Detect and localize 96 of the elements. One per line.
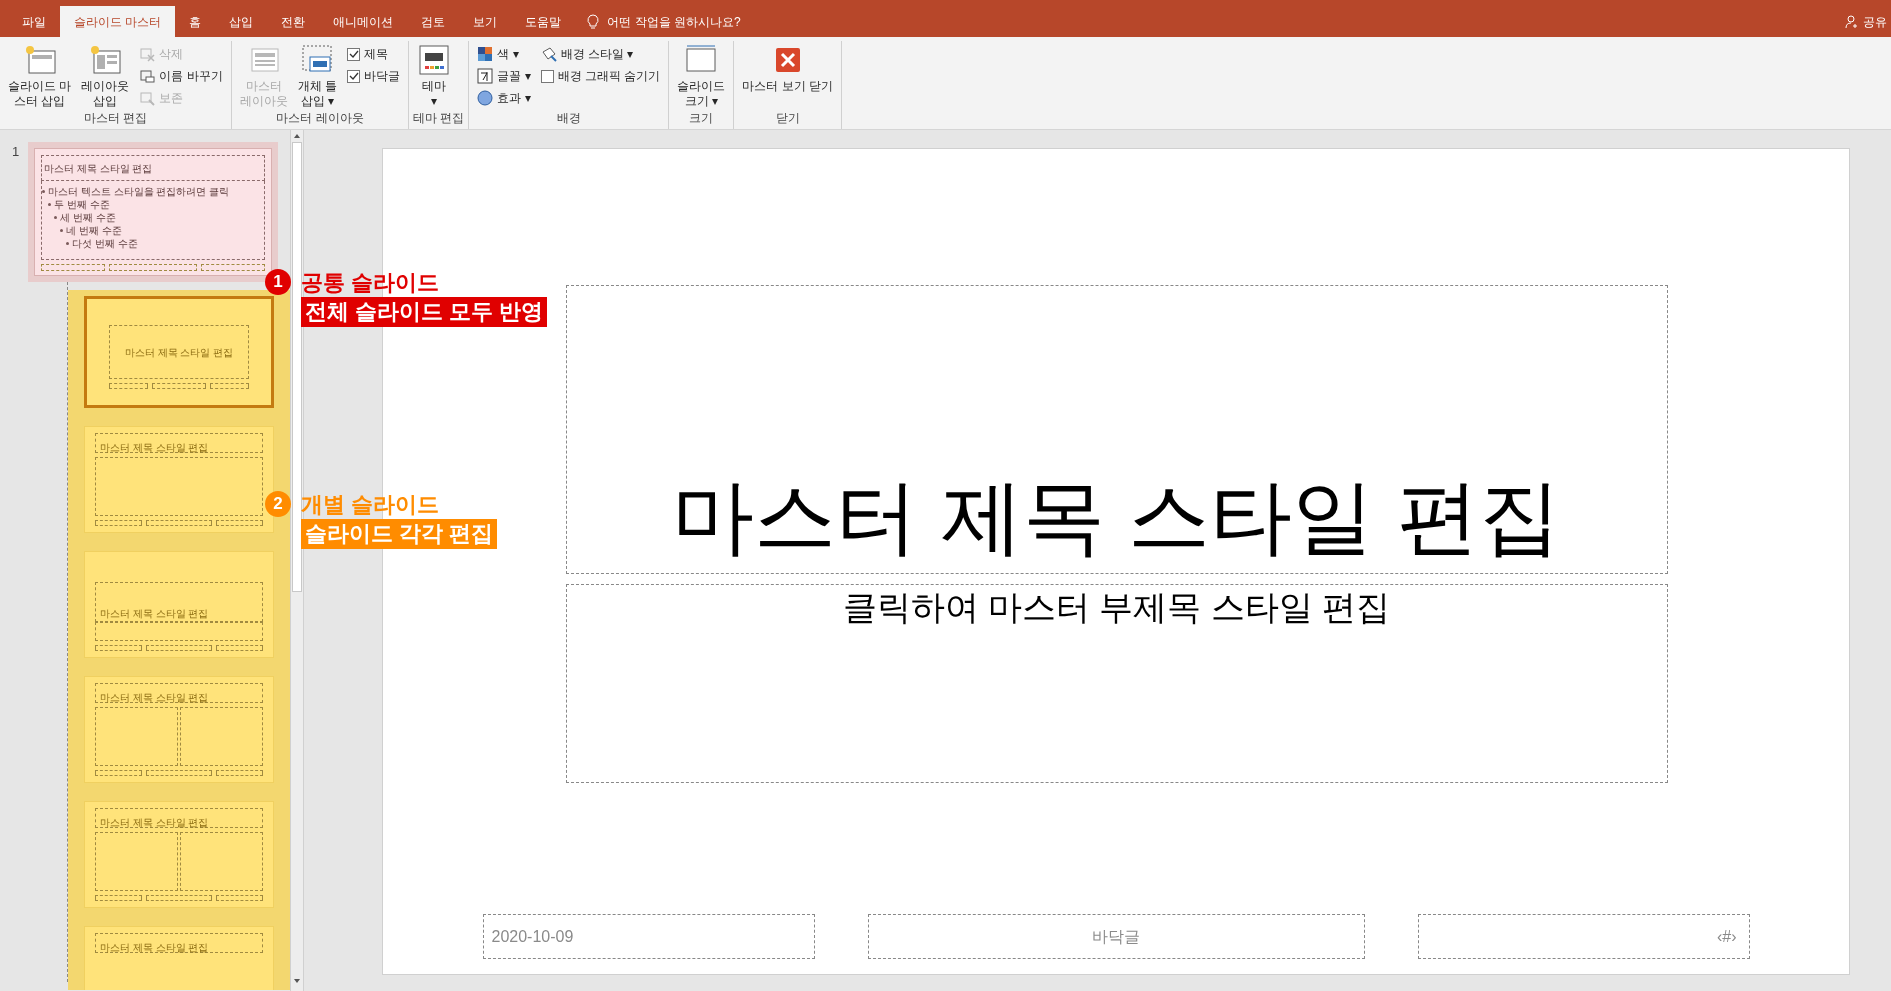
check-icon <box>348 71 359 81</box>
callout-heading: 공통 슬라이드 <box>301 269 440 297</box>
layout-icon <box>88 43 123 77</box>
title-placeholder[interactable]: 마스터 제목 스타일 편집 <box>565 285 1668 574</box>
placeholder-outline <box>109 383 149 389</box>
thumbnail-title: 마스터 제목 스타일 편집 <box>100 817 209 828</box>
placeholder-outline <box>95 770 143 776</box>
footer-placeholder[interactable]: 바닥글 <box>867 914 1365 959</box>
checkbox[interactable] <box>347 47 361 61</box>
ribbon-tab[interactable]: 도움말 <box>511 6 576 37</box>
checkbox[interactable] <box>540 69 554 83</box>
ribbon-button[interactable]: 레이아웃 삽입 <box>77 41 134 109</box>
ribbon-tab[interactable]: 보기 <box>459 6 512 37</box>
slide-number: 1 <box>11 143 21 161</box>
ribbon-group-label: 마스터 편집 <box>82 110 148 127</box>
ribbon-button[interactable]: 마스터 보기 닫기 <box>738 41 838 109</box>
thumbnail-title: 마스터 제목 스타일 편집 <box>100 942 209 953</box>
ribbon-tab[interactable]: 홈 <box>175 6 216 37</box>
number-badge: 1 <box>265 269 291 295</box>
ribbon-button[interactable]: 슬라이드 크기 ▾ <box>673 41 730 109</box>
placeholder-outline <box>146 520 212 526</box>
checkbox-label: 바닥글 <box>364 68 401 85</box>
ribbon-checkbox[interactable]: 배경 그래픽 숨기기 <box>540 65 661 87</box>
placeholder-outline <box>146 895 212 901</box>
placeholder-outline <box>201 264 265 271</box>
checkbox-label: 제목 <box>364 46 389 63</box>
callout-note: 전체 슬라이드 모두 반영 <box>301 297 548 327</box>
placeholder-outline <box>146 770 212 776</box>
ribbon-tab[interactable]: 전환 <box>267 6 320 37</box>
checkbox[interactable] <box>347 69 361 83</box>
placeholder-outline <box>209 383 249 389</box>
placeholder-outline <box>215 770 263 776</box>
ribbon-button[interactable]: 슬라이드 마 스터 삽입 <box>4 41 76 109</box>
ribbon-group-label: 마스터 레이아웃 <box>275 110 365 127</box>
thumbnail-title: 마스터 제목 스타일 편집 <box>124 345 234 360</box>
ribbon-button[interactable]: 효과 ▾ <box>477 87 531 109</box>
thumbnail-title: 마스터 제목 스타일 편집 <box>100 607 209 621</box>
ribbon-tab[interactable]: 애니메이션 <box>319 6 408 37</box>
placeholder-outline <box>95 895 143 901</box>
ribbon-checkbox[interactable]: 바닥글 <box>347 65 401 87</box>
layout-thumbnail[interactable]: 마스터 제목 스타일 편집 <box>84 801 274 908</box>
ribbon-button[interactable]: 배경 스타일 ▾ <box>540 43 661 65</box>
placeholder-outline <box>95 645 143 651</box>
thumbnail-title: 마스터 제목 스타일 편집 <box>44 161 153 176</box>
delete-icon <box>139 46 156 62</box>
ribbon-tab[interactable]: 검토 <box>407 6 460 37</box>
ribbon-button[interactable]: 개체 틀 삽입 ▾ <box>293 41 342 109</box>
bullet-text: 두 번째 수준 <box>54 198 110 211</box>
placeholder-outline <box>215 895 263 901</box>
slide-title: 마스터 제목 스타일 편집 <box>672 470 1561 564</box>
layout-thumbnail[interactable]: 마스터 제목 스타일 편집 <box>84 926 274 990</box>
lightbulb-icon <box>587 13 600 30</box>
ribbon-group-label: 배경 <box>555 110 582 127</box>
bullet-text: 네 번째 수준 <box>66 224 122 237</box>
ribbon-button[interactable]: 색 ▾ <box>477 43 531 65</box>
color-palette-icon <box>477 46 494 62</box>
ribbon-checkbox[interactable]: 제목 <box>347 43 401 65</box>
thumbnail-title: 마스터 제목 스타일 편집 <box>100 692 209 703</box>
bullet-text: 마스터 텍스트 스타일을 편집하려면 클릭 <box>48 185 230 198</box>
theme-icon <box>417 43 452 77</box>
placeholder-outline <box>152 383 206 389</box>
layout-thumbnail[interactable]: 마스터 제목 스타일 편집 <box>84 296 274 408</box>
checkbox-label: 배경 그래픽 숨기기 <box>557 68 661 85</box>
layout-thumbnail[interactable]: 마스터 제목 스타일 편집 <box>84 676 274 783</box>
date-placeholder[interactable]: 2020-10-09 <box>482 914 815 959</box>
check-icon <box>348 49 359 59</box>
thumbnail-title: 마스터 제목 스타일 편집 <box>100 442 209 453</box>
ribbon-tab[interactable]: 삽입 <box>215 6 268 37</box>
bullet-text: 세 번째 수준 <box>60 211 116 224</box>
ribbon-tab[interactable]: 슬라이드 마스터 <box>60 6 176 37</box>
effects-icon <box>477 90 494 106</box>
font-icon <box>477 68 494 84</box>
rename-icon <box>139 68 156 84</box>
placeholder-outline <box>146 645 212 651</box>
ribbon-group-label: 닫기 <box>774 110 801 127</box>
user-add-icon <box>1845 14 1859 29</box>
ribbon-button[interactable]: 글꼴 ▾ <box>477 65 531 87</box>
share-button[interactable]: 공유 <box>1863 12 1887 31</box>
placeholder-outline <box>41 264 105 271</box>
placeholder-outline <box>95 520 143 526</box>
ribbon-group-label: 크기 <box>688 110 715 127</box>
ribbon-button[interactable]: 테마 ▾ <box>413 41 456 109</box>
subtitle-placeholder[interactable]: 클릭하여 마스터 부제목 스타일 편집 <box>565 584 1668 783</box>
tell-me-field[interactable]: 어떤 작업을 원하시나요? <box>607 12 741 31</box>
ribbon-group-label: 테마 편집 <box>413 110 465 127</box>
bullet-text: 다섯 번째 수준 <box>72 237 138 250</box>
callout-heading: 개별 슬라이드 <box>301 491 440 519</box>
layout-thumbnail[interactable]: 마스터 제목 스타일 편집 <box>84 426 274 533</box>
ribbon-button[interactable]: 이름 바꾸기 <box>139 65 223 87</box>
ribbon-tab[interactable]: 파일 <box>8 6 60 37</box>
layout-thumbnail[interactable]: 마스터 제목 스타일 편집 <box>84 551 274 658</box>
callout-note: 슬라이드 각각 편집 <box>301 519 498 549</box>
placeholder-outline <box>215 645 263 651</box>
placeholder-outline <box>215 520 263 526</box>
slide-number-placeholder[interactable]: ‹#› <box>1417 914 1750 959</box>
slide-subtitle: 클릭하여 마스터 부제목 스타일 편집 <box>842 587 1391 628</box>
